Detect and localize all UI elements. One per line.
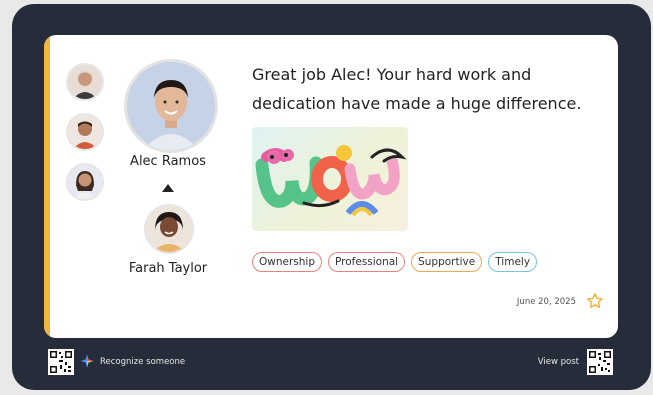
avatar-2[interactable] xyxy=(66,113,104,151)
recognition-message: Great job Alec! Your hard work and dedic… xyxy=(252,65,582,113)
recognize-footer: Recognize someone xyxy=(48,349,185,375)
avatar-1[interactable] xyxy=(66,63,104,101)
sparkle-star-icon xyxy=(80,353,94,372)
recipient-avatar[interactable] xyxy=(124,59,218,153)
view-post-footer: View post xyxy=(538,349,613,375)
value-tags: Ownership Professional Supportive Timely xyxy=(252,252,538,272)
tag-professional[interactable]: Professional xyxy=(328,252,406,272)
accent-bar xyxy=(44,35,50,338)
recipient-name: Alec Ramos xyxy=(130,154,206,169)
recognition-card: Alec Ramos Farah Taylor Great job Alec! … xyxy=(44,35,618,338)
qr-code-icon[interactable] xyxy=(48,349,74,375)
view-post-link[interactable]: View post xyxy=(538,357,579,367)
wow-sticker-icon xyxy=(252,127,408,231)
recognize-link[interactable]: Recognize someone xyxy=(100,357,185,367)
star-icon[interactable] xyxy=(586,292,604,310)
giver-avatar[interactable] xyxy=(144,204,194,254)
qr-code-icon[interactable] xyxy=(587,349,613,375)
tag-timely[interactable]: Timely xyxy=(488,252,538,272)
tag-supportive[interactable]: Supportive xyxy=(411,252,483,272)
tag-ownership[interactable]: Ownership xyxy=(252,252,322,272)
giver-name: Farah Taylor xyxy=(128,261,208,276)
post-date: June 20, 2025 xyxy=(516,297,576,307)
direction-arrow-icon xyxy=(162,184,174,192)
